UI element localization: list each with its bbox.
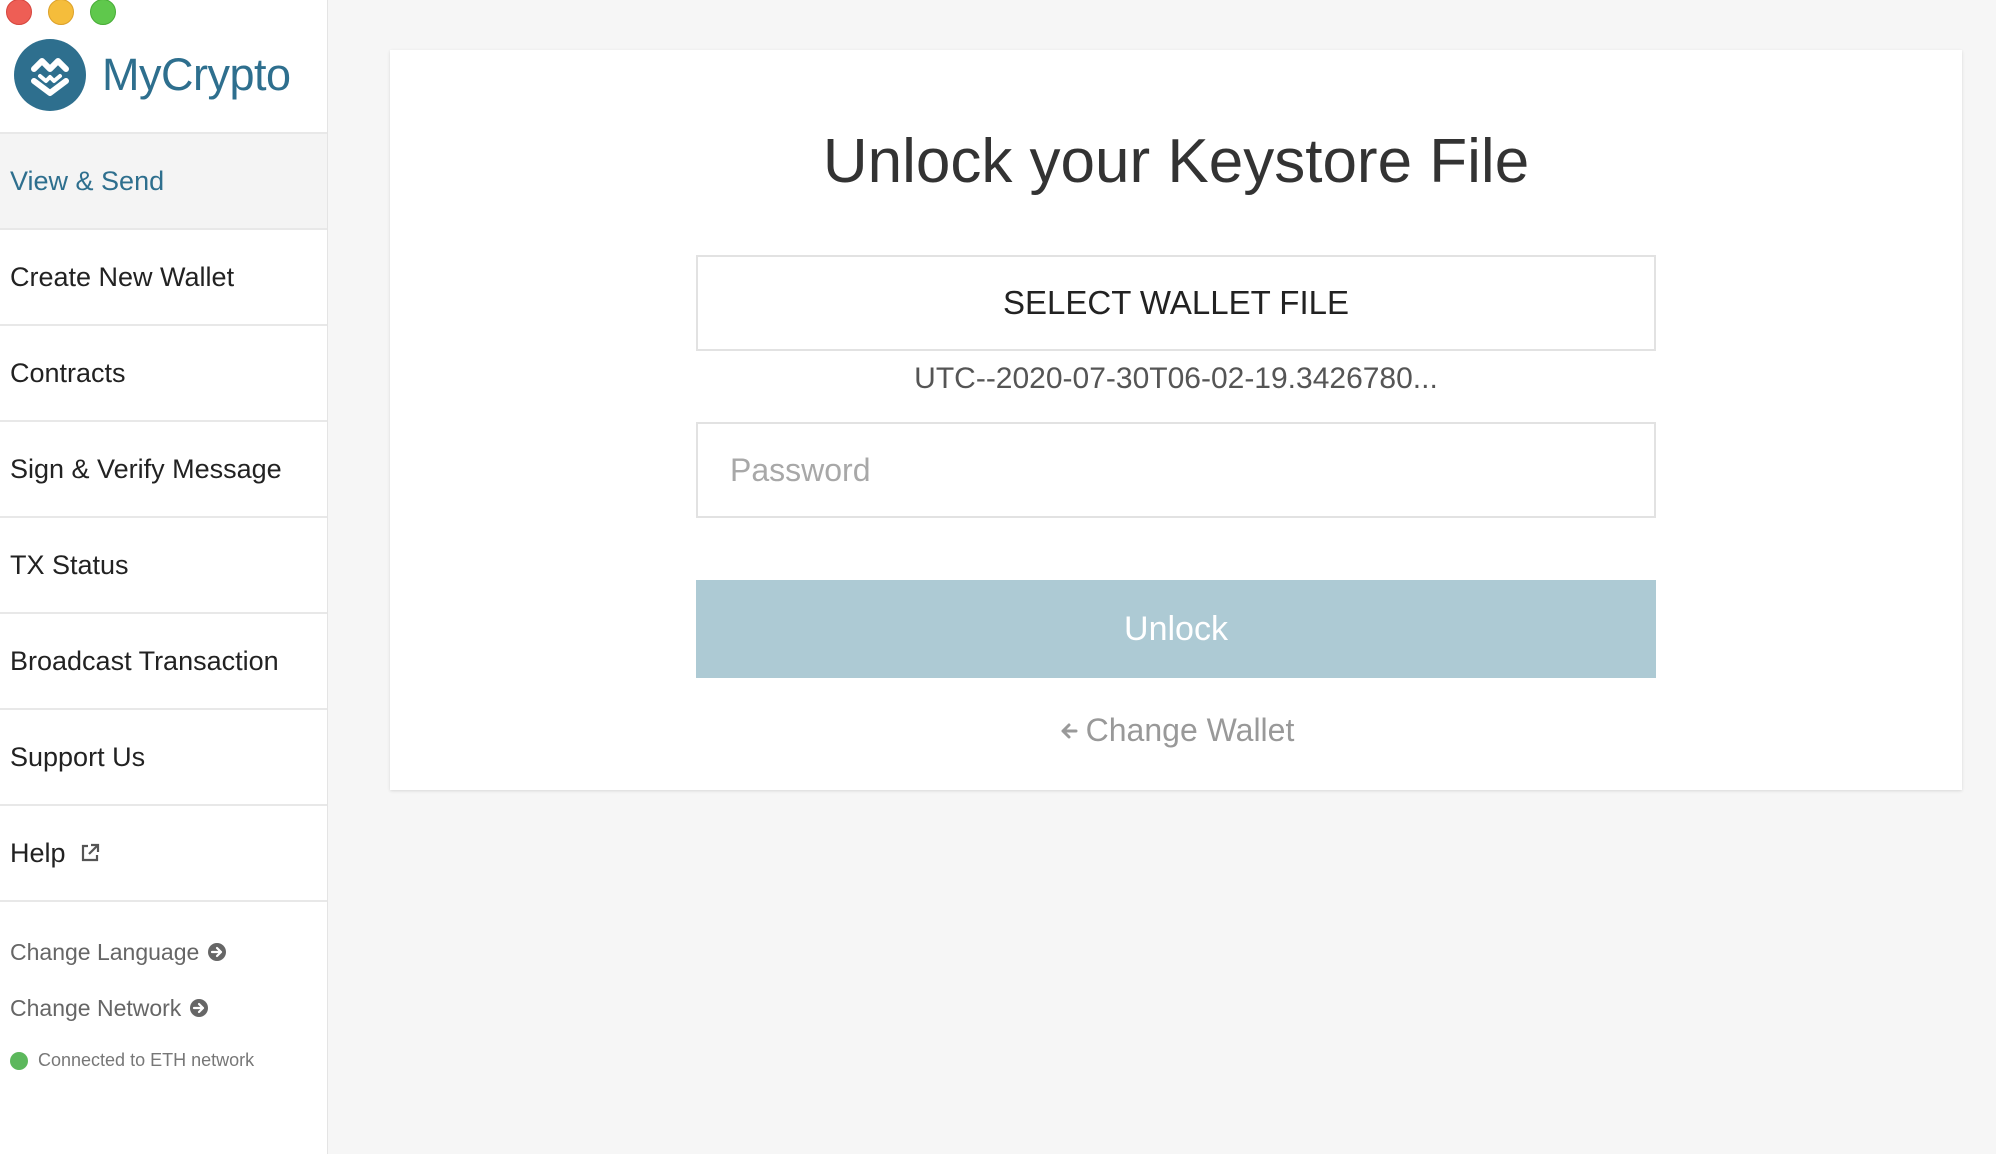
- network-status-text: Connected to ETH network: [38, 1050, 255, 1070]
- sidebar-item-label: View & Send: [10, 165, 165, 196]
- mycrypto-logo-icon: [14, 39, 86, 111]
- sidebar-item-help[interactable]: Help: [0, 806, 327, 902]
- change-network-link[interactable]: Change Network: [10, 980, 327, 1036]
- sidebar-item-label: Help: [10, 837, 66, 868]
- sidebar-item-label: Create New Wallet: [10, 261, 235, 292]
- sidebar: MyCrypto View & Send Create New Wallet C…: [0, 0, 328, 1154]
- sidebar-item-broadcast-transaction[interactable]: Broadcast Transaction: [0, 614, 327, 710]
- sidebar-item-support-us[interactable]: Support Us: [0, 710, 327, 806]
- unlock-button[interactable]: Unlock: [696, 580, 1656, 678]
- external-link-icon: [78, 841, 102, 865]
- brand-name: MyCrypto: [102, 49, 291, 100]
- password-input[interactable]: [696, 422, 1656, 518]
- arrow-circle-right-icon: [189, 998, 209, 1018]
- sidebar-footer: Change Language Change Network Connected…: [0, 902, 327, 1071]
- close-window-button[interactable]: [6, 0, 32, 25]
- window-controls: [6, 0, 116, 25]
- select-wallet-file-button[interactable]: SELECT WALLET FILE: [696, 255, 1656, 351]
- change-wallet-link[interactable]: Change Wallet: [390, 712, 1962, 749]
- sidebar-item-tx-status[interactable]: TX Status: [0, 518, 327, 614]
- unlock-keystore-panel: Unlock your Keystore File SELECT WALLET …: [390, 50, 1962, 790]
- status-dot-icon: [10, 1051, 28, 1070]
- arrow-circle-right-icon: [207, 942, 227, 962]
- change-language-link[interactable]: Change Language: [10, 924, 327, 980]
- minimize-window-button[interactable]: [48, 0, 74, 25]
- sidebar-item-view-send[interactable]: View & Send: [0, 134, 327, 230]
- sidebar-item-create-new-wallet[interactable]: Create New Wallet: [0, 230, 327, 326]
- sidebar-item-label: Broadcast Transaction: [10, 645, 279, 676]
- sidebar-item-label: TX Status: [10, 549, 129, 580]
- sidebar-item-label: Support Us: [10, 741, 146, 772]
- sidebar-item-sign-verify-message[interactable]: Sign & Verify Message: [0, 422, 327, 518]
- network-status: Connected to ETH network: [10, 1050, 327, 1071]
- selected-filename: UTC--2020-07-30T06-02-19.3426780...: [914, 362, 1438, 395]
- maximize-window-button[interactable]: [90, 0, 116, 25]
- change-wallet-label: Change Wallet: [1085, 712, 1295, 748]
- arrow-left-icon: [1058, 720, 1080, 742]
- change-network-label: Change Network: [10, 994, 182, 1021]
- page-title: Unlock your Keystore File: [822, 127, 1530, 196]
- sidebar-item-label: Sign & Verify Message: [10, 453, 282, 484]
- change-language-label: Change Language: [10, 938, 200, 965]
- sidebar-item-contracts[interactable]: Contracts: [0, 326, 327, 422]
- sidebar-item-label: Contracts: [10, 357, 126, 388]
- sidebar-nav: View & Send Create New Wallet Contracts …: [0, 134, 327, 902]
